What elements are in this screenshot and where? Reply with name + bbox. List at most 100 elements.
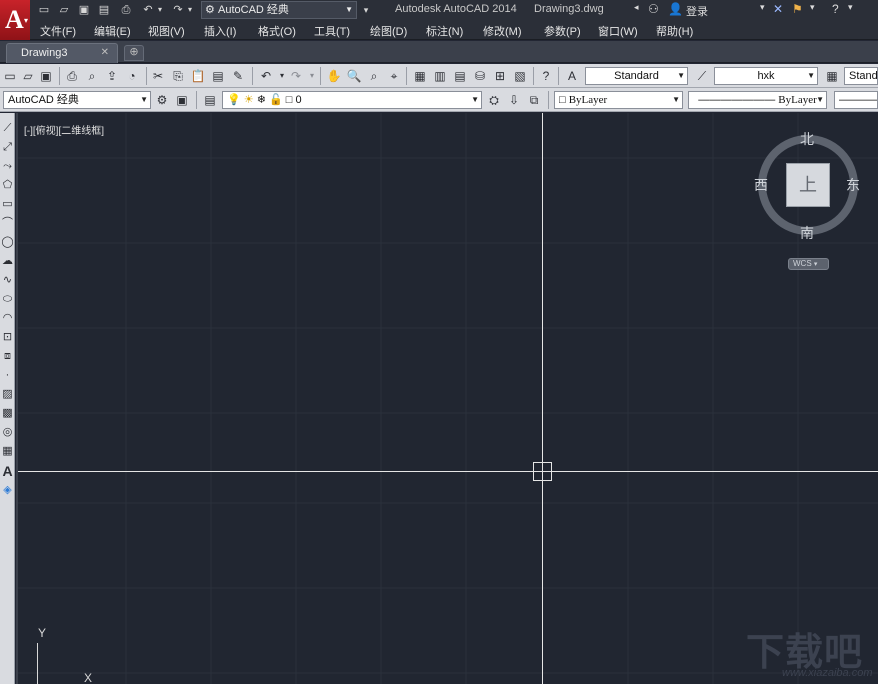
menu-view[interactable]: 视图(V)	[148, 23, 185, 39]
properties-icon[interactable]: ▦	[412, 68, 428, 84]
text-style-icon[interactable]: A	[564, 68, 580, 84]
menu-insert[interactable]: 插入(I)	[204, 23, 236, 39]
zoom-window-icon[interactable]: ⌕	[366, 68, 382, 84]
tab-drawing3[interactable]: Drawing3 ✕	[6, 43, 118, 63]
open-icon[interactable]: ▱	[20, 68, 36, 84]
new-file-icon[interactable]: ▭	[36, 2, 52, 18]
3d-print-icon[interactable]: ◔	[124, 68, 140, 84]
dimension-style-icon[interactable]: ⟋	[694, 68, 710, 84]
undo-dropdown-icon[interactable]: ▾	[152, 2, 168, 18]
workspace-dropdown[interactable]: ⚙ AutoCAD 经典 ▼	[201, 1, 357, 19]
wcs-menu-button[interactable]: WCS ▾	[788, 258, 829, 270]
linetype-dropdown[interactable]: ——————— ByLayer ▼	[688, 91, 827, 109]
menu-modify[interactable]: 修改(M)	[483, 23, 522, 39]
menu-tools[interactable]: 工具(T)	[314, 23, 350, 39]
region-icon[interactable]: ◎	[0, 424, 15, 440]
help-icon[interactable]: ?	[538, 68, 554, 84]
redo-icon[interactable]: ↷	[288, 68, 304, 84]
zoom-realtime-icon[interactable]: 🔍	[346, 68, 362, 84]
viewcube[interactable]: 上	[758, 135, 858, 235]
save-as-icon[interactable]: ▤	[96, 2, 112, 18]
viewcube-top-face[interactable]: 上	[786, 163, 830, 207]
make-block-icon[interactable]: ⧈	[0, 348, 15, 364]
compass-east[interactable]: 东	[846, 175, 860, 195]
hatch-icon[interactable]: ▨	[0, 386, 15, 402]
login-link[interactable]: 登录	[686, 3, 708, 19]
binoculars-icon[interactable]: ⚇	[648, 2, 659, 16]
save-icon[interactable]: ▣	[76, 2, 92, 18]
lineweight-dropdown[interactable]: ————	[834, 91, 878, 109]
new-tab-button[interactable]: ⊕	[124, 45, 144, 61]
connect-dropdown-icon[interactable]: ▾	[810, 2, 815, 13]
cut-icon[interactable]: ✂	[150, 68, 166, 84]
spline-icon[interactable]: ∿	[0, 272, 15, 288]
redo-dropdown-icon[interactable]: ▾	[304, 68, 320, 84]
multiline-text-icon[interactable]: A	[0, 463, 15, 479]
color-dropdown[interactable]: □ ByLayer ▼	[554, 91, 683, 109]
compass-south[interactable]: 南	[800, 223, 814, 243]
make-current-layer-icon[interactable]: ⛭	[486, 92, 502, 108]
zoom-previous-icon[interactable]: ⌖	[386, 68, 402, 84]
table-style-icon[interactable]: ▦	[824, 68, 840, 84]
markup-icon[interactable]: ⊞	[492, 68, 508, 84]
viewport-controls-label[interactable]: [-][俯视][二维线框]	[24, 122, 104, 137]
application-menu-button[interactable]: A ▾	[0, 0, 30, 40]
redo-dropdown-icon[interactable]: ▾	[182, 2, 198, 18]
copy-icon[interactable]: ⎘	[170, 68, 186, 84]
plot-preview-icon[interactable]: ⌕	[84, 68, 100, 84]
exchange-icon[interactable]: ✕	[773, 2, 783, 16]
menu-window[interactable]: 窗口(W)	[598, 23, 638, 39]
calculator-icon[interactable]: ▧	[512, 68, 528, 84]
block-editor-icon[interactable]: ✎	[230, 68, 246, 84]
ellipse-arc-icon[interactable]: ◠	[0, 310, 15, 326]
menu-parametric[interactable]: 参数(P)	[544, 23, 581, 39]
workspace-dropdown[interactable]: AutoCAD 经典 ▼	[3, 91, 151, 109]
line-icon[interactable]: ⟋	[0, 120, 15, 136]
new-icon[interactable]: ▭	[2, 68, 18, 84]
arc-icon[interactable]: ⌒	[0, 215, 15, 231]
autodesk-360-icon[interactable]: ⚑	[792, 2, 803, 16]
plot-icon[interactable]: ⎙	[64, 68, 80, 84]
search-expand-icon[interactable]: ◂	[634, 2, 639, 13]
match-properties-icon[interactable]: ▤	[210, 68, 226, 84]
close-icon[interactable]: ✕	[101, 47, 109, 58]
menu-dimension[interactable]: 标注(N)	[426, 23, 463, 39]
compass-north[interactable]: 北	[800, 129, 814, 149]
design-center-icon[interactable]: ▥	[432, 68, 448, 84]
layer-properties-icon[interactable]: ▤	[202, 92, 218, 108]
layer-dropdown[interactable]: 💡 ☀ ❄ 🔓 □ 0 ▼	[222, 91, 482, 109]
open-file-icon[interactable]: ▱	[56, 2, 72, 18]
workspace-save-icon[interactable]: ▣	[174, 92, 190, 108]
login-dropdown-icon[interactable]: ▾	[760, 2, 765, 13]
help-icon[interactable]: ?	[832, 2, 839, 16]
drawing-viewport[interactable]: [-][俯视][二维线框] Y X 上 北 南 东 西 WCS ▾ 下载吧 ww…	[16, 113, 878, 684]
add-selected-icon[interactable]: ◈	[0, 482, 15, 498]
polyline-icon[interactable]: ⤳	[0, 158, 15, 174]
polygon-icon[interactable]: ⬠	[0, 177, 15, 193]
quick-access-customize-icon[interactable]: ▾	[358, 2, 374, 18]
sheet-set-icon[interactable]: ⛁	[472, 68, 488, 84]
ellipse-icon[interactable]: ⬭	[0, 291, 15, 307]
help-dropdown-icon[interactable]: ▾	[848, 2, 853, 13]
layer-states-icon[interactable]: ⧉	[526, 92, 542, 108]
text-style-dropdown[interactable]: Standard ▼	[585, 67, 688, 85]
print-icon[interactable]: ⎙	[118, 2, 134, 18]
circle-icon[interactable]: ◯	[0, 234, 15, 250]
construction-line-icon[interactable]: ⤢	[0, 139, 15, 155]
user-icon[interactable]: 👤	[668, 2, 683, 16]
menu-file[interactable]: 文件(F)	[40, 23, 76, 39]
undo-icon[interactable]: ↶	[258, 68, 274, 84]
dimension-style-dropdown[interactable]: hxk ▼	[714, 67, 818, 85]
menu-help[interactable]: 帮助(H)	[656, 23, 693, 39]
gradient-icon[interactable]: ▩	[0, 405, 15, 421]
paste-icon[interactable]: 📋	[190, 68, 206, 84]
save-icon[interactable]: ▣	[38, 68, 54, 84]
point-icon[interactable]: ·	[0, 367, 15, 383]
compass-west[interactable]: 西	[754, 175, 768, 195]
tool-palettes-icon[interactable]: ▤	[452, 68, 468, 84]
revision-cloud-icon[interactable]: ☁	[0, 253, 15, 269]
table-style-dropdown[interactable]: Standa	[844, 67, 878, 85]
table-icon[interactable]: ▦	[0, 443, 15, 459]
menu-edit[interactable]: 编辑(E)	[94, 23, 131, 39]
menu-draw[interactable]: 绘图(D)	[370, 23, 407, 39]
